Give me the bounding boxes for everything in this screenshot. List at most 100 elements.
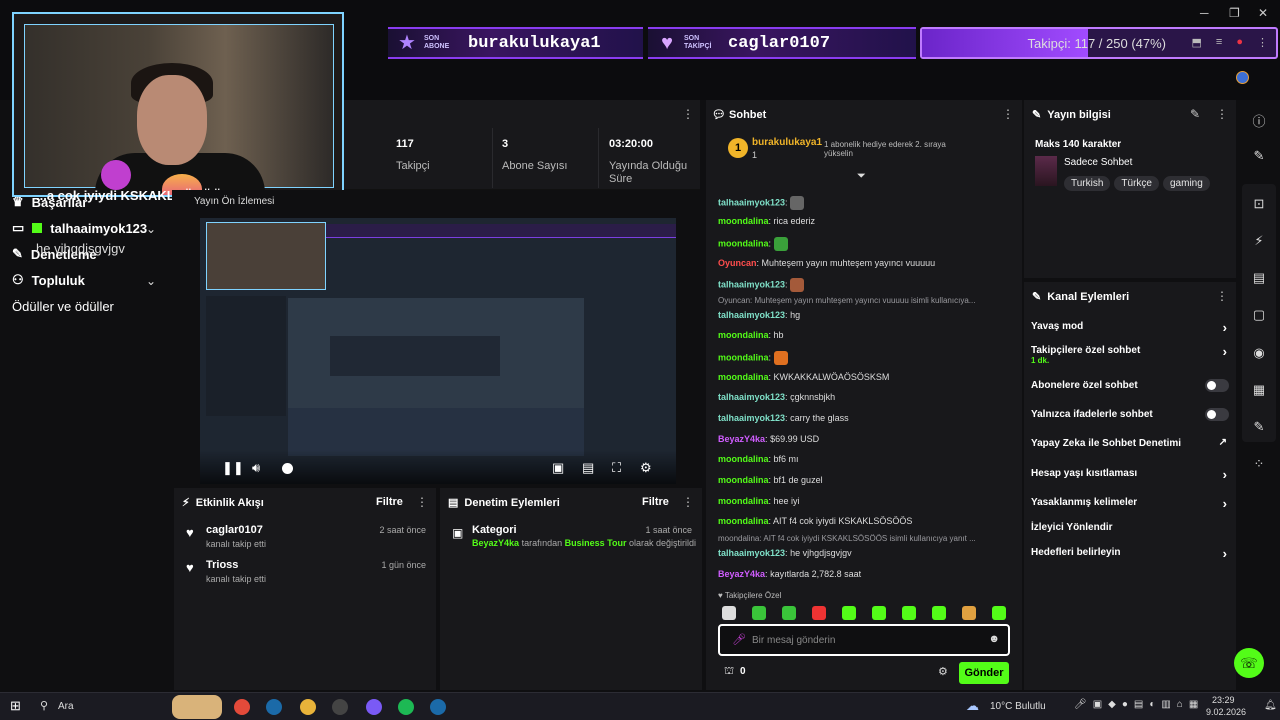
taskbar-search[interactable]: Ara (58, 701, 74, 712)
emote-button[interactable] (962, 606, 976, 620)
playlist-icon[interactable]: ≡ (1216, 36, 1222, 49)
chat-settings-icon[interactable]: ⚙ (938, 665, 948, 678)
steam-icon[interactable] (430, 699, 446, 715)
channel-action-row[interactable]: Hedefleri belirleyin › (1031, 546, 1231, 561)
channel-action-row[interactable]: Yasaklanmış kelimeler › (1031, 496, 1231, 511)
emoji-icon[interactable]: ☻ (988, 633, 1000, 645)
chat-username[interactable]: talhaaimyok123 (718, 548, 785, 558)
sidebar-item-community[interactable]: ⚇ Topluluk (12, 272, 85, 288)
more-options-icon[interactable]: ⋮ (682, 495, 694, 509)
wrench-icon[interactable]: ✎ (1251, 419, 1267, 435)
chat-username[interactable]: moondalina (718, 496, 769, 506)
external-link-icon[interactable]: ↗ (1219, 437, 1227, 448)
document-icon[interactable]: ▤ (1251, 270, 1267, 286)
chat-username[interactable]: moondalina (718, 352, 769, 362)
chevron-right-icon[interactable]: › (1223, 320, 1227, 335)
channel-action-row[interactable]: Yalnızca ifadelerle sohbet (1031, 408, 1231, 421)
more-options-icon[interactable]: ⋮ (1216, 289, 1228, 303)
channel-action-row[interactable]: İzleyici Yönlendir (1031, 522, 1231, 533)
microphone-icon[interactable]: 🎤︎ (732, 633, 746, 646)
send-button[interactable]: Gönder (959, 662, 1009, 684)
chevron-right-icon[interactable]: › (1223, 496, 1227, 511)
channel-action-row[interactable]: Abonelere özel sohbet (1031, 379, 1231, 392)
chat-username[interactable]: BeyazY4ka (718, 434, 765, 444)
toggle-switch[interactable] (1205, 379, 1229, 392)
chat-username[interactable]: talhaaimyok123 (718, 392, 785, 402)
record-icon[interactable]: ● (1236, 36, 1243, 49)
chat-username[interactable]: moondalina (718, 516, 769, 526)
spotify-icon[interactable] (398, 699, 414, 715)
chat-username[interactable]: moondalina (718, 475, 769, 485)
menu-dots-icon[interactable]: ⋮ (1257, 36, 1268, 49)
obs-icon[interactable] (332, 699, 348, 715)
chat-username[interactable]: BeyazY4ka (718, 569, 765, 579)
chat-username[interactable]: talhaaimyok123 (718, 279, 785, 289)
bolt-icon[interactable]: ⚡︎ (1251, 233, 1267, 249)
channel-action-row[interactable]: Yavaş mod › (1031, 320, 1231, 335)
mod-user[interactable]: BeyazY4ka (472, 538, 519, 548)
clock-date[interactable]: 9.02.2026 (1206, 707, 1246, 717)
event-user[interactable]: caglar0107 (206, 524, 263, 536)
support-icon[interactable]: ☏ (1234, 648, 1264, 678)
maximize-icon[interactable]: ❐ (1229, 6, 1240, 20)
tag-chip[interactable]: gaming (1162, 176, 1210, 191)
chrome-icon[interactable] (234, 699, 250, 715)
pinned-user[interactable]: burakulukaya1 (752, 137, 822, 148)
chat-bubble-icon[interactable]: ▢ (1251, 307, 1267, 323)
category-name[interactable]: Sadece Sohbet (1064, 157, 1132, 168)
theater-icon[interactable]: ▤ (582, 460, 594, 476)
activity-filter-button[interactable]: Filtre (376, 496, 403, 508)
emote-button[interactable] (782, 606, 796, 620)
emote-button[interactable] (932, 606, 946, 620)
sidebar-item-rewards[interactable]: Ödüller ve ödüller (12, 299, 114, 314)
pencil-icon[interactable]: ✎ (1251, 148, 1267, 164)
moderation-filter-button[interactable]: Filtre (642, 496, 669, 508)
focus-icon[interactable]: ⊡ (1251, 196, 1267, 212)
chat-username[interactable]: talhaaimyok123 (718, 413, 785, 423)
puzzle-icon[interactable]: ⬒ (1192, 36, 1202, 49)
chat-username[interactable]: moondalina (718, 330, 769, 340)
collapse-icon[interactable]: ⏷ (857, 170, 866, 183)
info-icon[interactable]: ⓘ (1251, 111, 1267, 130)
tag-chip[interactable]: Turkish (1064, 176, 1111, 191)
close-icon[interactable]: ✕ (1258, 6, 1268, 20)
chat-username[interactable]: moondalina (718, 238, 769, 248)
mod-category[interactable]: Business Tour (565, 538, 627, 548)
chevron-right-icon[interactable]: › (1223, 467, 1227, 482)
chevron-right-icon[interactable]: › (1223, 344, 1227, 359)
gift-icon[interactable]: ⛫ (724, 665, 734, 679)
weather-text[interactable]: 10°C Bulutlu (990, 701, 1046, 712)
chrome-profile-icon[interactable] (300, 699, 316, 715)
tag-chip[interactable]: Türkçe (1114, 176, 1159, 191)
chat-username[interactable]: Oyuncan (718, 258, 757, 268)
more-options-icon[interactable]: ⋮ (1216, 107, 1228, 121)
chevron-down-icon[interactable]: ⌄ (146, 222, 156, 236)
notification-icon[interactable]: 🔔︎ (1264, 700, 1277, 711)
chat-input[interactable]: 🎤︎ Bir mesaj gönderin ☻ (718, 624, 1010, 656)
emote-button[interactable] (992, 606, 1006, 620)
channel-action-row[interactable]: Takipçilere özel sohbet 1 dk. › (1031, 344, 1231, 365)
pause-icon[interactable]: ❚❚ (222, 460, 244, 476)
chat-username[interactable]: moondalina (718, 454, 769, 464)
clock-time[interactable]: 23:29 (1212, 695, 1235, 705)
chevron-right-icon[interactable]: › (1223, 546, 1227, 561)
channel-action-row[interactable]: Yapay Zeka ile Sohbet Denetimi ↗ (1031, 437, 1231, 449)
windows-start-icon[interactable]: ⊞ (10, 698, 21, 714)
chat-username[interactable]: talhaaimyok123 (718, 197, 785, 207)
chat-username[interactable]: talhaaimyok123 (718, 310, 785, 320)
chevron-down-icon[interactable]: ⌄ (146, 274, 156, 288)
apps-icon[interactable]: ⁘ (1251, 456, 1267, 472)
settings-gear-icon[interactable]: ⚙ (640, 460, 652, 476)
toggle-switch[interactable] (1205, 408, 1229, 421)
more-options-icon[interactable]: ⋮ (1002, 107, 1014, 121)
more-options-icon[interactable]: ⋮ (682, 107, 694, 121)
discord-icon[interactable] (366, 699, 382, 715)
volume-icon[interactable]: 🔊︎ (252, 460, 260, 476)
search-icon[interactable]: ⚲ (40, 699, 48, 712)
more-options-icon[interactable]: ⋮ (416, 495, 428, 509)
volume-slider[interactable] (282, 463, 293, 474)
layout-icon[interactable]: ▦ (1251, 382, 1267, 398)
chat-username[interactable]: moondalina (718, 216, 769, 226)
event-user[interactable]: Trioss (206, 559, 238, 571)
pip-icon[interactable]: ▣ (552, 460, 564, 476)
